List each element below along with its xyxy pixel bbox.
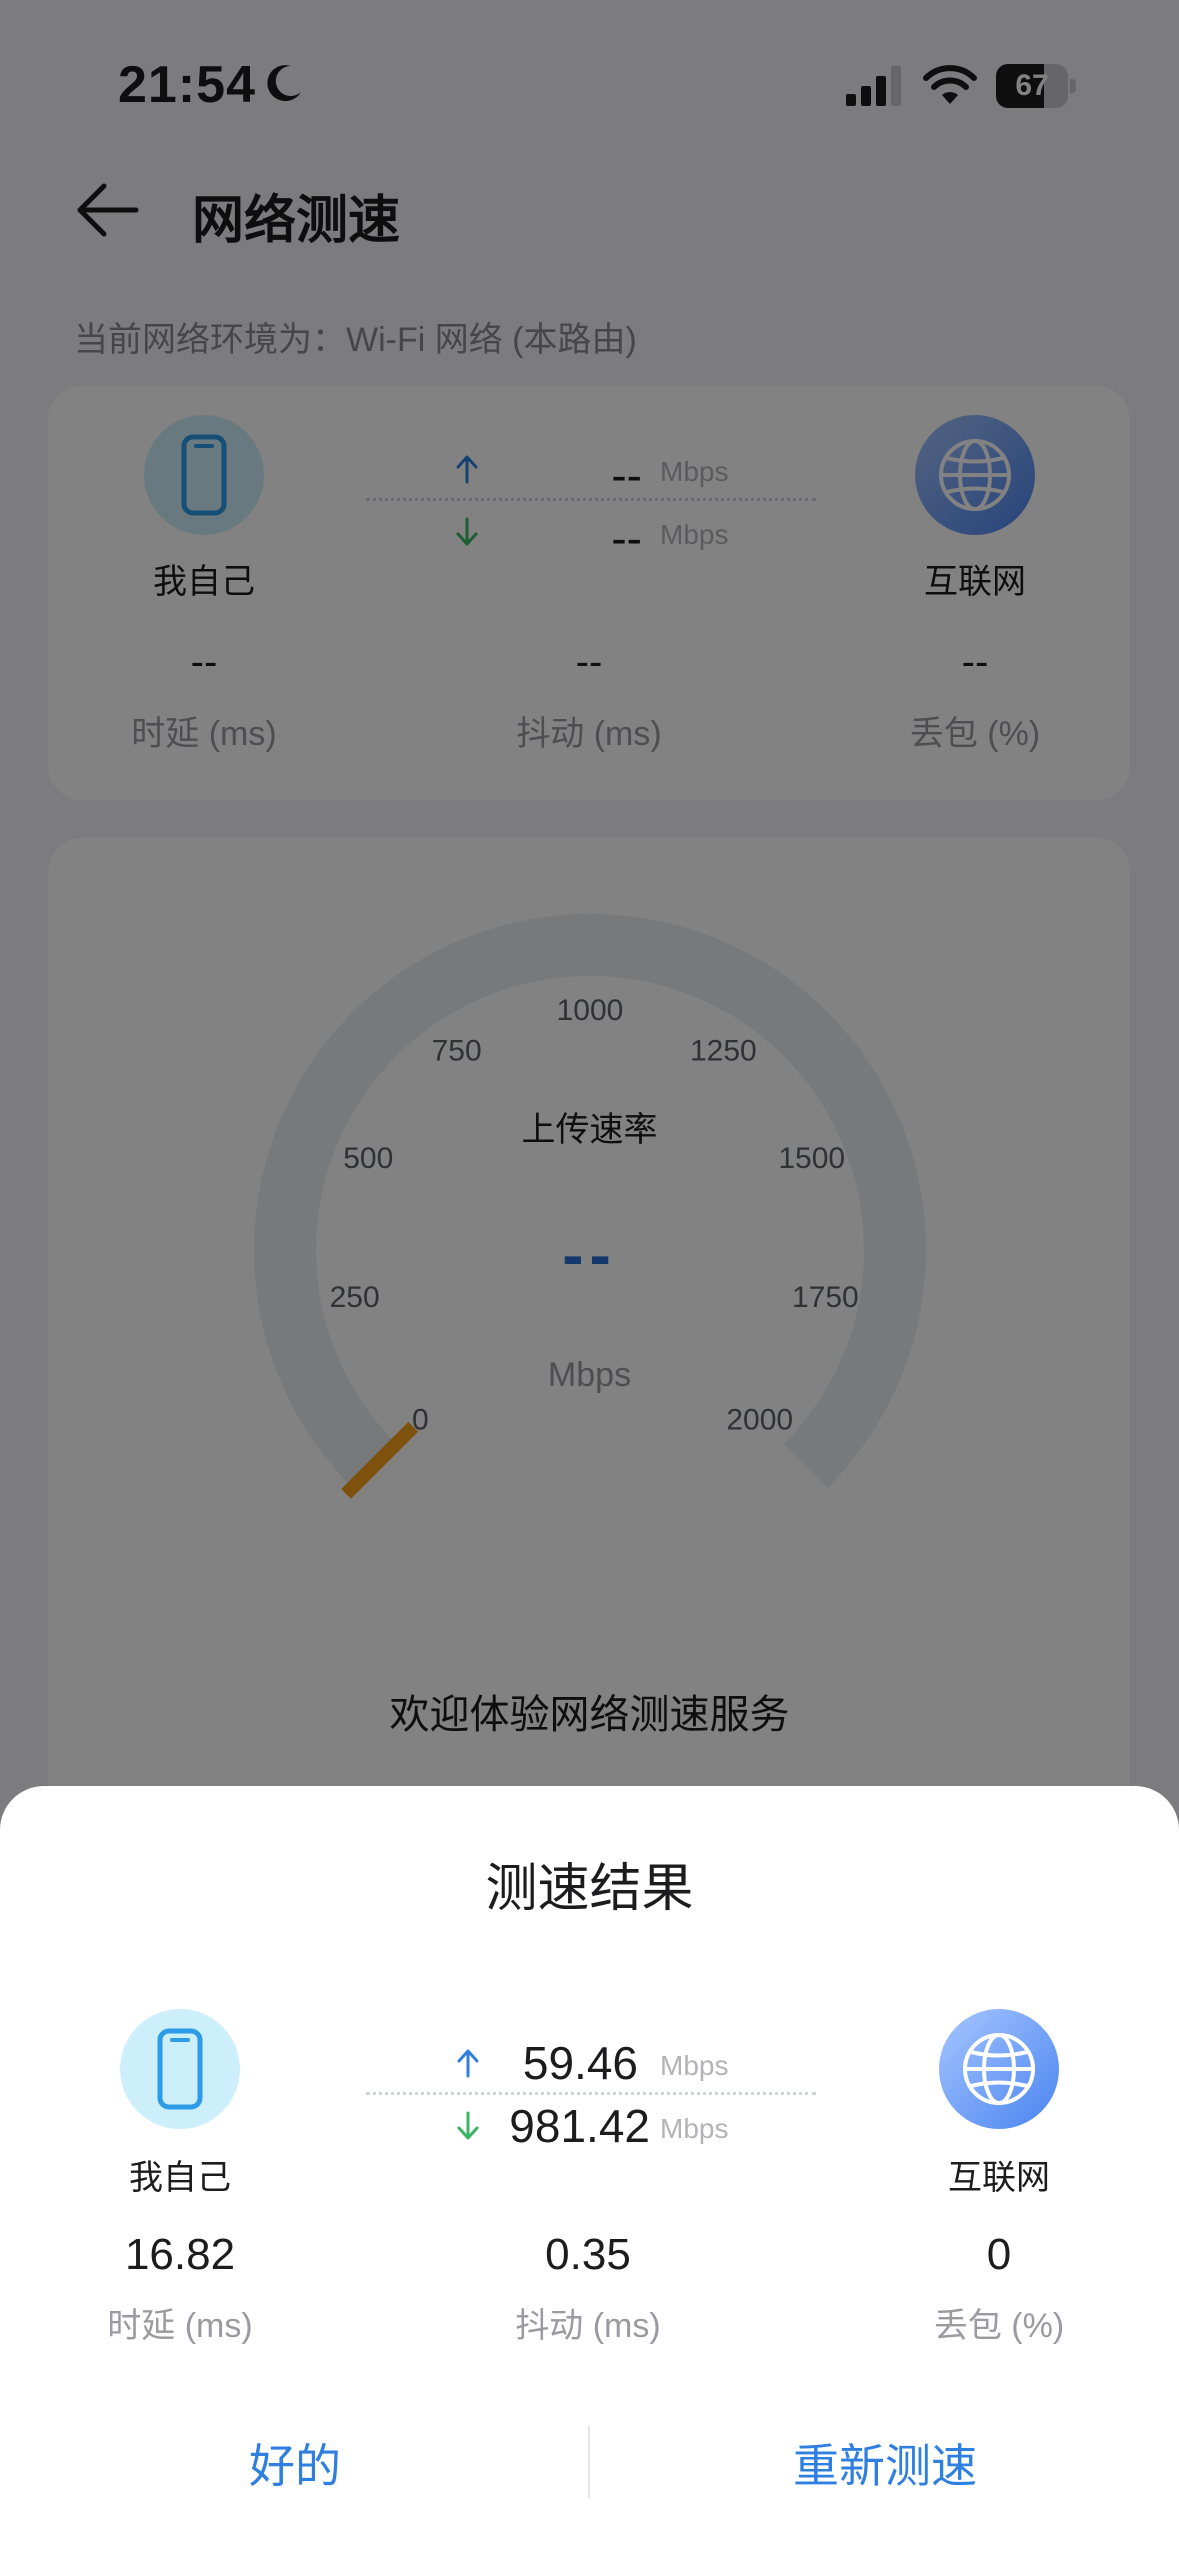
retest-button[interactable]: 重新测速 — [680, 2430, 1090, 2496]
button-divider — [588, 2426, 590, 2498]
internet-avatar — [939, 2009, 1059, 2129]
speed-test-page: 21:54 67 网络测速 当前网络环境为：Wi-Fi 网络 (本路由) 我自己 — [0, 0, 1179, 2556]
sheet-title: 测速结果 — [485, 1860, 694, 1918]
globe-icon — [963, 2033, 1035, 2105]
device-label: 我自己 — [129, 2159, 231, 2197]
upload-unit: Mbps — [660, 2050, 729, 2081]
phone-icon — [157, 2028, 203, 2110]
download-speed-value: 981.42 — [509, 2100, 650, 2152]
device-avatar — [120, 2009, 240, 2129]
jitter-value: 0.35 — [545, 2230, 631, 2279]
internet-label: 互联网 — [948, 2159, 1050, 2197]
packet-loss-value: 0 — [986, 2230, 1012, 2279]
download-unit: Mbps — [660, 2113, 729, 2144]
jitter-label: 抖动 (ms) — [515, 2307, 661, 2345]
packet-loss-label: 丢包 (%) — [933, 2307, 1065, 2345]
latency-label: 时延 (ms) — [107, 2307, 253, 2345]
upload-speed-value: 59.46 — [522, 2037, 638, 2089]
connection-divider — [366, 2092, 816, 2095]
result-sheet: 测速结果 我自己 互联网 59.46 Mbps 981.42 Mbps 16.8… — [0, 1786, 1179, 2556]
ok-button[interactable]: 好的 — [90, 2430, 500, 2496]
latency-value: 16.82 — [124, 2230, 236, 2279]
